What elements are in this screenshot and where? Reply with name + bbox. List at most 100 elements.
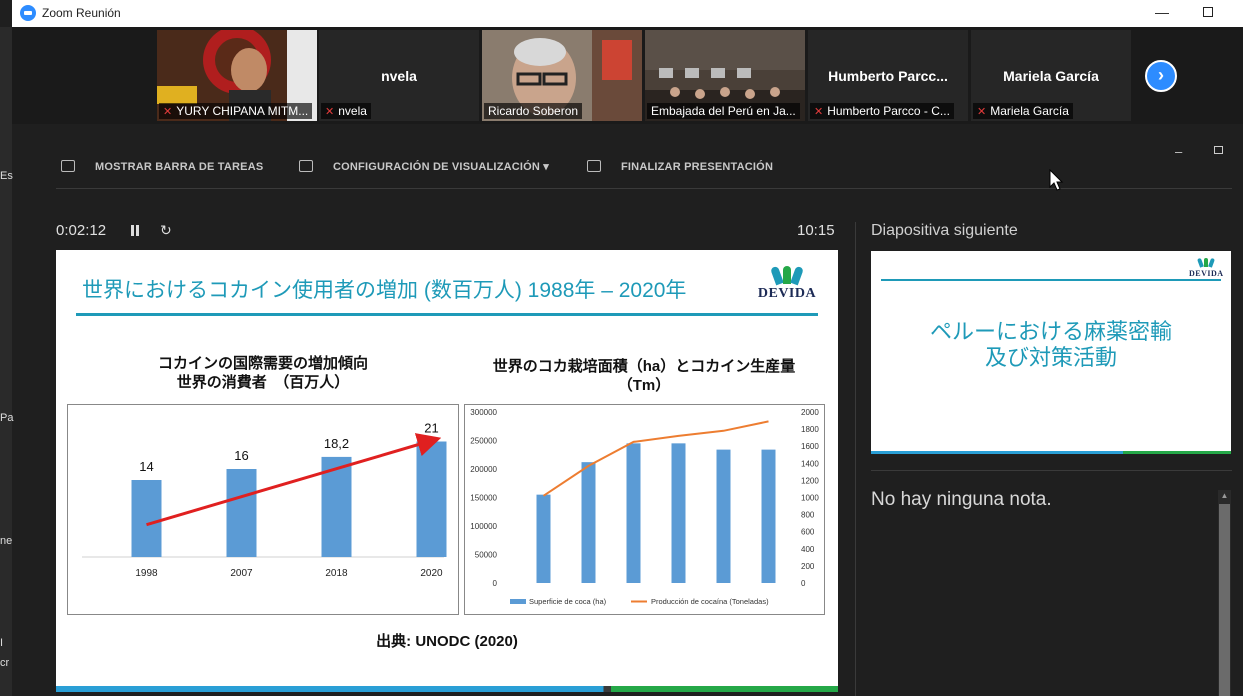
next-participants-button[interactable]: › [1145,60,1177,92]
background-text-fragment: cr [0,657,10,669]
participant-tile[interactable]: Humberto Parcc... ✕ Humberto Parcco - C..… [808,30,968,121]
slide-source: 出典: UNODC (2020) [376,633,518,650]
current-slide: 世界におけるコカイン使用者の増加 (数百万人) 1988年 – 2020年 DE… [56,250,838,692]
y-right-tick-label: 1800 [801,425,819,434]
speaker-notes: No hay ninguna nota. [871,489,1052,510]
pause-icon[interactable] [131,225,139,236]
y-right-tick-label: 1000 [801,494,819,503]
devida-logo: DEVIDA [1189,257,1224,278]
coca-area-bar [671,443,686,583]
devida-logo-text: DEVIDA [757,286,817,301]
devida-logo: DEVIDA [752,264,822,306]
bar-value-label: 21 [424,421,438,436]
y-right-tick-label: 0 [801,579,806,588]
participant-display-name: Mariela García [1003,68,1099,84]
y-left-tick-label: 200000 [470,465,497,474]
bar-1998 [131,480,162,557]
y-left-tick-label: 250000 [470,437,497,446]
participant-tile[interactable]: ✕ YURY CHIPANA MITM... [157,30,317,121]
background-text-fragment: ne [0,535,13,547]
devida-logo-icon [1197,257,1216,268]
current-time: 10:15 [797,222,835,239]
participant-name-label: ✕ Mariela García [973,103,1073,119]
bar-2020 [416,441,447,557]
participant-strip: ✕ YURY CHIPANA MITM... nvela ✕ nvela Ricar… [12,27,1243,124]
bar-value-label: 16 [234,448,248,463]
title-underline [76,313,818,316]
window-title: Zoom Reunión [42,6,121,20]
y-right-tick-label: 800 [801,511,815,520]
left-chart-heading: コカインの国際需要の増加傾向 世界の消費者 （百万人） [157,355,368,391]
display-settings-icon [299,160,313,172]
maximize-icon [1203,7,1213,17]
x-tick-label: 2007 [230,568,253,579]
right-chart-heading: 世界のコカ栽培面積（ha）とコカイン生産量 （Tm） [492,358,796,394]
taskbar-icon [61,160,75,172]
participant-tile[interactable]: Ricardo Soberon [482,30,642,121]
y-left-tick-label: 100000 [470,522,497,531]
x-tick-label: 2020 [420,568,443,579]
notes-scrollbar[interactable]: ▲ [1218,490,1231,696]
mouse-cursor-icon [1049,169,1064,191]
mic-muted-icon: ✕ [977,106,987,118]
background-text-fragment: Es [0,170,13,182]
x-tick-label: 1998 [135,568,158,579]
coca-area-bar [716,449,731,583]
slide-bottom-band [56,686,838,692]
next-slide-label: Diapositiva siguiente [871,222,1018,239]
end-presentation-button[interactable]: FINALIZAR PRESENTACIÓN [587,160,773,173]
participant-tile[interactable]: nvela ✕ nvela [319,30,479,121]
y-right-tick-label: 1400 [801,459,819,468]
background-text-fragment: I [0,637,4,649]
participant-tile-active-speaker[interactable]: Embajada del Perú en Ja... [645,30,805,121]
presenter-restore-button[interactable] [1214,146,1223,154]
devida-logo-text: DEVIDA [1189,269,1224,278]
y-right-tick-label: 1600 [801,442,819,451]
participant-display-name: nvela [381,68,417,84]
trend-arrow [146,433,442,527]
end-slideshow-icon [587,160,601,172]
scrollbar-thumb[interactable] [1219,504,1230,696]
panel-divider [855,222,856,696]
scroll-up-icon[interactable]: ▲ [1218,490,1231,502]
coca-production-chart: 300000 250000 200000 150000 100000 50000 0 2000… [464,404,825,615]
participant-name-label: Ricardo Soberon [484,103,583,119]
mic-muted-icon: ✕ [325,106,335,118]
background-text-fragment: Pa [0,412,14,424]
y-right-tick-label: 2000 [801,408,819,417]
reset-timer-icon[interactable]: ↻ [160,223,174,237]
y-right-tick-label: 600 [801,528,815,537]
presenter-minimize-button[interactable]: – [1175,144,1182,159]
y-left-tick-label: 300000 [470,408,497,417]
coca-area-bar [761,449,776,583]
consumers-chart: 14 1998 16 2007 18,2 2018 21 2020 [67,404,459,615]
slide-title: 世界におけるコカイン使用者の増加 (数百万人) 1988年 – 2020年 [82,279,687,302]
legend-label-line: Producción de cocaína (Toneladas) [651,597,769,606]
minimize-button[interactable]: — [1142,0,1182,27]
mic-muted-icon: ✕ [163,106,173,118]
y-left-tick-label: 150000 [470,494,497,503]
view-settings-button[interactable]: CONFIGURACIÓN DE VISUALIZACIÓN ▾ [299,160,549,173]
coca-area-bar [536,494,551,583]
maximize-button[interactable] [1188,0,1228,27]
background-window-strip: Es Pa ne I cr [0,27,14,696]
coca-area-bar [626,443,641,583]
y-right-tick-label: 400 [801,545,815,554]
x-tick-label: 2018 [325,568,348,579]
participant-tile[interactable]: Mariela García ✕ Mariela García [971,30,1131,121]
show-taskbar-button[interactable]: MOSTRAR BARRA DE TAREAS [61,160,263,173]
cocaine-production-line [542,420,769,497]
participant-display-name: Humberto Parcc... [828,68,948,84]
next-slide-title: ペルーにおける麻薬密輸 及び対策活動 [929,319,1172,370]
coca-production-chart-svg: 3000002500002000001500001000005000002000… [470,408,819,606]
next-slide-preview[interactable]: DEVIDA ペルーにおける麻薬密輸 及び対策活動 [871,251,1231,454]
participant-name-label: ✕ YURY CHIPANA MITM... [159,103,313,119]
y-right-tick-label: 200 [801,562,815,571]
legend-swatch-bars [510,599,526,604]
participant-name-label: Embajada del Perú en Ja... [647,103,800,119]
title-bar: Zoom Reunión — [12,0,1243,27]
mic-muted-icon: ✕ [814,106,824,118]
zoom-logo-icon [20,5,36,21]
title-underline [881,279,1221,281]
y-left-tick-label: 0 [493,579,498,588]
